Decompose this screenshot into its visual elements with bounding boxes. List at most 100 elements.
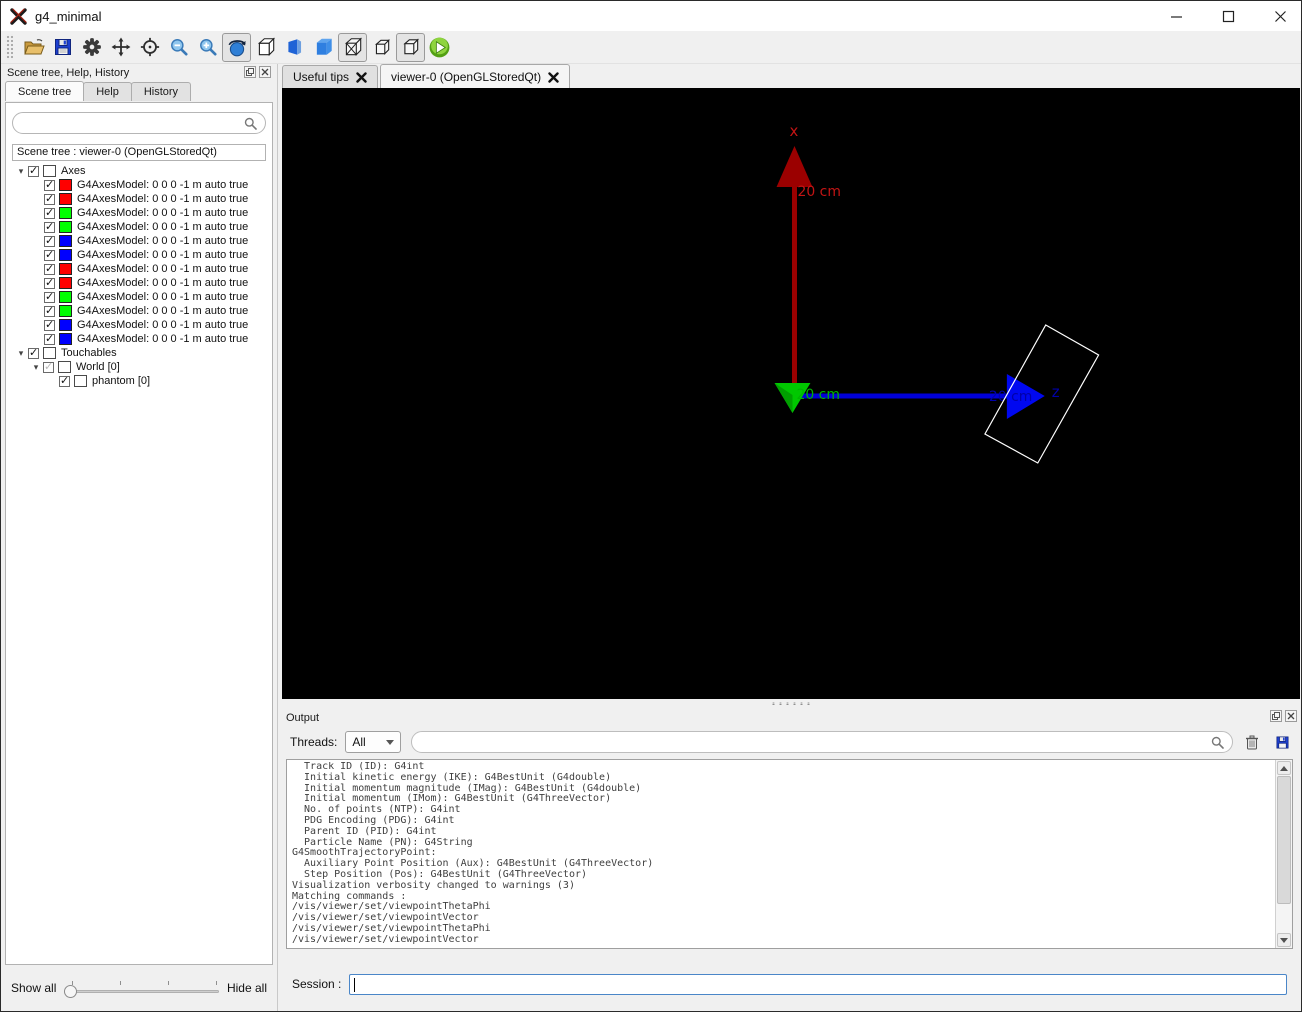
maximize-button[interactable] <box>1215 4 1241 28</box>
visibility-checkbox[interactable] <box>44 290 55 303</box>
tree-row[interactable]: G4AxesModel: 0 0 0 -1 m auto true <box>6 178 272 192</box>
color-box[interactable] <box>58 361 71 373</box>
output-search-input[interactable] <box>422 734 1204 750</box>
panel-close-button[interactable] <box>259 66 271 78</box>
color-swatch[interactable] <box>59 221 72 233</box>
tree-row[interactable]: ▾ Touchables <box>6 346 272 360</box>
solid-surface-button[interactable] <box>309 33 338 62</box>
output-close-button[interactable] <box>1285 710 1297 722</box>
opengl-viewport[interactable]: x 20 cm 20 cm z 20 cm <box>282 88 1300 699</box>
perspective-cube-button[interactable] <box>367 33 396 62</box>
wireframe-button[interactable] <box>251 33 280 62</box>
tab-help[interactable]: Help <box>83 82 132 101</box>
panel-float-button[interactable] <box>244 66 256 78</box>
visibility-checkbox[interactable] <box>44 262 55 275</box>
perspective-cube-icon <box>374 38 390 56</box>
tree-search-input[interactable] <box>23 115 239 131</box>
color-swatch[interactable] <box>59 207 72 219</box>
tree-row[interactable]: G4AxesModel: 0 0 0 -1 m auto true <box>6 220 272 234</box>
color-swatch[interactable] <box>59 305 72 317</box>
axes-cube-button[interactable] <box>338 32 367 62</box>
tree-row[interactable]: G4AxesModel: 0 0 0 -1 m auto true <box>6 206 272 220</box>
visibility-checkbox[interactable] <box>28 164 39 177</box>
tree-row[interactable]: G4AxesModel: 0 0 0 -1 m auto true <box>6 318 272 332</box>
log-scrollbar[interactable] <box>1275 760 1292 948</box>
visibility-checkbox[interactable] <box>44 304 55 317</box>
tree-row[interactable]: G4AxesModel: 0 0 0 -1 m auto true <box>6 262 272 276</box>
color-swatch[interactable] <box>59 179 72 191</box>
color-box[interactable] <box>43 347 56 359</box>
toolbar-drag-handle[interactable] <box>5 34 13 60</box>
visibility-checkbox[interactable] <box>44 206 55 219</box>
color-swatch[interactable] <box>59 249 72 261</box>
slider-handle[interactable] <box>64 985 78 998</box>
open-file-button[interactable] <box>19 33 48 62</box>
tree-row[interactable]: G4AxesModel: 0 0 0 -1 m auto true <box>6 234 272 248</box>
slider-groove[interactable] <box>64 990 219 993</box>
tree-row[interactable]: G4AxesModel: 0 0 0 -1 m auto true <box>6 192 272 206</box>
visibility-checkbox[interactable] <box>44 234 55 247</box>
tab-close-icon[interactable] <box>356 71 367 83</box>
color-swatch[interactable] <box>59 277 72 289</box>
visibility-checkbox[interactable] <box>44 276 55 289</box>
zoom-in-button[interactable] <box>193 33 222 62</box>
tree-item-label: G4AxesModel: 0 0 0 -1 m auto true <box>77 277 249 289</box>
tree-row[interactable]: ▾ World [0] <box>6 360 272 374</box>
scroll-down-button[interactable] <box>1277 933 1291 947</box>
tab-history[interactable]: History <box>130 82 192 101</box>
tree-row[interactable]: G4AxesModel: 0 0 0 -1 m auto true <box>6 290 272 304</box>
clear-output-button[interactable] <box>1241 731 1263 753</box>
tree-row[interactable]: G4AxesModel: 0 0 0 -1 m auto true <box>6 276 272 290</box>
color-swatch[interactable] <box>59 319 72 331</box>
visibility-checkbox[interactable] <box>43 360 54 373</box>
color-swatch[interactable] <box>59 263 72 275</box>
output-panel: Output Threads: All Track ID (ID): G4int… <box>278 708 1301 1011</box>
scrollbar-thumb[interactable] <box>1277 776 1291 904</box>
visibility-checkbox[interactable] <box>44 332 55 345</box>
output-float-button[interactable] <box>1270 710 1282 722</box>
run-button[interactable] <box>425 33 454 62</box>
tab-scene-tree[interactable]: Scene tree <box>5 81 85 101</box>
color-swatch[interactable] <box>59 235 72 247</box>
tab-viewer-0[interactable]: viewer-0 (OpenGLStoredQt) <box>380 64 571 88</box>
output-log[interactable]: Track ID (ID): G4int Initial kinetic ene… <box>286 759 1293 949</box>
color-swatch[interactable] <box>59 333 72 345</box>
visibility-checkbox[interactable] <box>59 374 70 387</box>
move-button[interactable] <box>106 33 135 62</box>
threads-dropdown[interactable]: All <box>345 731 402 753</box>
minimize-button[interactable] <box>1163 4 1189 28</box>
session-input[interactable] <box>357 976 1282 992</box>
tree-row[interactable]: G4AxesModel: 0 0 0 -1 m auto true <box>6 332 272 346</box>
tab-close-icon[interactable] <box>548 71 559 83</box>
visibility-checkbox[interactable] <box>44 192 55 205</box>
visibility-checkbox[interactable] <box>28 346 39 359</box>
expand-arrow-icon[interactable]: ▾ <box>14 348 28 358</box>
orthographic-cube-button[interactable] <box>396 32 425 62</box>
tree-row[interactable]: G4AxesModel: 0 0 0 -1 m auto true <box>6 304 272 318</box>
tree-row[interactable]: ▾ Axes <box>6 164 272 178</box>
hidden-line-removal-button[interactable] <box>280 33 309 62</box>
expand-arrow-icon[interactable]: ▾ <box>29 362 43 372</box>
save-output-button[interactable] <box>1271 731 1293 753</box>
color-box[interactable] <box>74 375 87 387</box>
color-swatch[interactable] <box>59 291 72 303</box>
settings-button[interactable] <box>77 33 106 62</box>
color-swatch[interactable] <box>59 193 72 205</box>
close-button[interactable] <box>1267 4 1293 28</box>
visibility-checkbox[interactable] <box>44 220 55 233</box>
rotate-button[interactable] <box>222 32 251 62</box>
zoom-out-button[interactable] <box>164 33 193 62</box>
visibility-checkbox[interactable] <box>44 318 55 331</box>
color-box[interactable] <box>43 165 56 177</box>
viewport-output-splitter[interactable] <box>278 699 1301 708</box>
tab-useful-tips[interactable]: Useful tips <box>282 65 379 88</box>
scroll-up-button[interactable] <box>1277 761 1291 775</box>
tree-row[interactable]: phantom [0] <box>6 374 272 388</box>
save-button[interactable] <box>48 33 77 62</box>
expand-arrow-icon[interactable]: ▾ <box>14 166 28 176</box>
tree-row[interactable]: G4AxesModel: 0 0 0 -1 m auto true <box>6 248 272 262</box>
visibility-slider[interactable] <box>64 979 219 998</box>
visibility-checkbox[interactable] <box>44 248 55 261</box>
visibility-checkbox[interactable] <box>44 178 55 191</box>
pick-center-button[interactable] <box>135 33 164 62</box>
